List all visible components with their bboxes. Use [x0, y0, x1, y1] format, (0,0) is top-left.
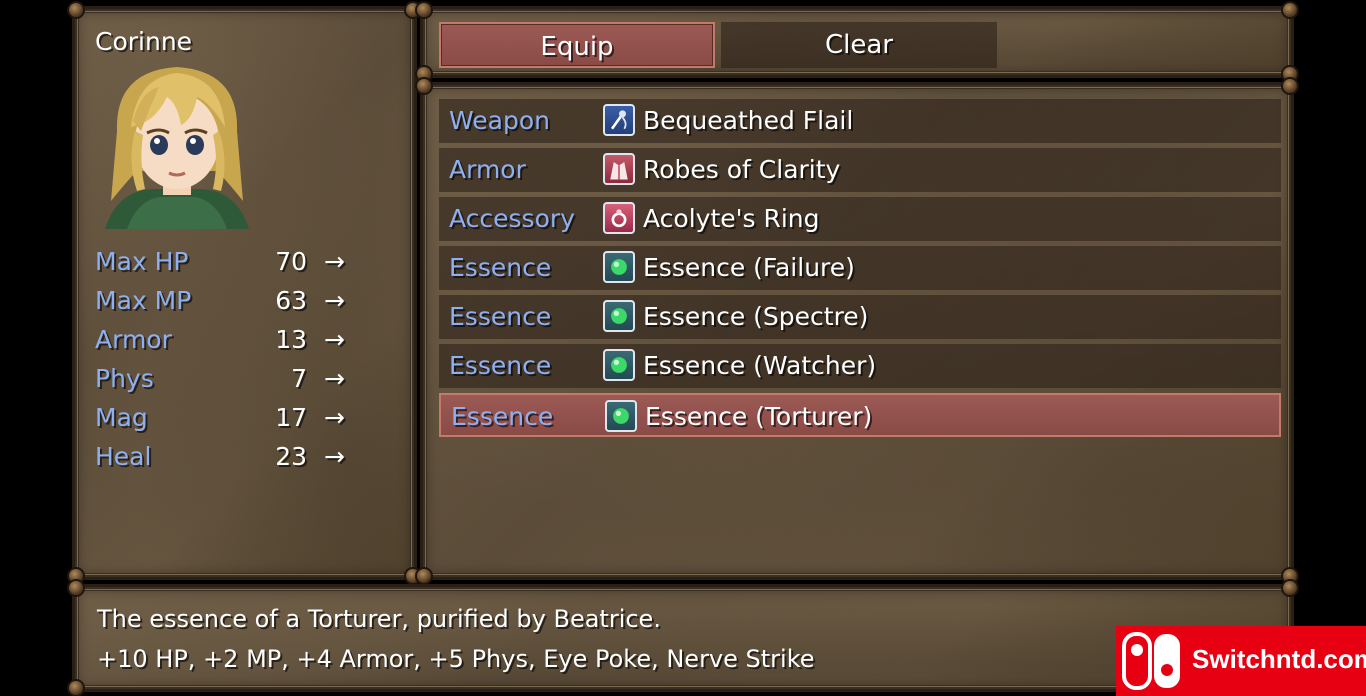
- window-corner-ornament: [69, 681, 83, 695]
- slot-type-label: Essence: [449, 351, 552, 380]
- ring-icon: [603, 202, 635, 234]
- character-portrait: [105, 67, 249, 229]
- right-arrow-icon: →: [324, 247, 345, 276]
- window-corner-ornament: [1283, 3, 1297, 17]
- help-description: The essence of a Torturer, purified by B…: [97, 605, 661, 633]
- window-corner-ornament: [417, 569, 431, 583]
- slot-type-label: Weapon: [449, 106, 550, 135]
- window-corner-ornament: [69, 3, 83, 17]
- help-window: The essence of a Torturer, purified by B…: [69, 581, 1297, 695]
- stat-name: Max HP: [95, 247, 189, 276]
- stat-value: 23: [275, 442, 307, 471]
- slot-row-essence-2[interactable]: Essence Essence (Spectre): [439, 295, 1281, 339]
- green-orb-icon: [605, 400, 637, 432]
- help-effects: +10 HP, +2 MP, +4 Armor, +5 Phys, Eye Po…: [97, 645, 815, 673]
- game-screen: Corinne Max HP 70 → Max MP 63 → Armor 13…: [0, 0, 1366, 696]
- slot-row-essence-4-selected[interactable]: Essence Essence (Torturer): [439, 393, 1281, 437]
- stat-value: 13: [275, 325, 307, 354]
- clear-command[interactable]: Clear: [721, 22, 997, 68]
- equipped-item-name: Essence (Spectre): [643, 302, 869, 331]
- stat-row-armor: Armor 13 →: [95, 325, 345, 359]
- right-arrow-icon: →: [324, 364, 345, 393]
- window-corner-ornament: [1283, 79, 1297, 93]
- right-arrow-icon: →: [324, 286, 345, 315]
- stat-row-max-hp: Max HP 70 →: [95, 247, 345, 281]
- stat-value: 63: [275, 286, 307, 315]
- slot-row-essence-1[interactable]: Essence Essence (Failure): [439, 246, 1281, 290]
- character-name: Corinne: [95, 27, 193, 56]
- watermark-text: Switchntd.com: [1192, 644, 1366, 674]
- robe-icon: [603, 153, 635, 185]
- stat-row-phys: Phys 7 →: [95, 364, 345, 398]
- stat-value: 17: [275, 403, 307, 432]
- slot-type-label: Armor: [449, 155, 526, 184]
- status-window: Corinne Max HP 70 → Max MP 63 → Armor 13…: [69, 3, 420, 583]
- stat-name: Max MP: [95, 286, 192, 315]
- window-corner-ornament: [417, 79, 431, 93]
- equipment-slot-window: Weapon Bequeathed Flail Armor Robes of C…: [417, 79, 1297, 583]
- stat-value: 7: [291, 364, 307, 393]
- equipped-item-name: Essence (Failure): [643, 253, 855, 282]
- window-corner-ornament: [417, 3, 431, 17]
- watermark-banner: Switchntd.com: [1116, 626, 1366, 696]
- stat-value: 70: [275, 247, 307, 276]
- right-arrow-icon: →: [324, 442, 345, 471]
- slot-type-label: Accessory: [449, 204, 575, 233]
- stat-name: Armor: [95, 325, 172, 354]
- window-corner-ornament: [69, 581, 83, 595]
- slot-row-weapon[interactable]: Weapon Bequeathed Flail: [439, 99, 1281, 143]
- command-window: Equip Clear: [417, 3, 1297, 81]
- equipped-item-name: Bequeathed Flail: [643, 106, 854, 135]
- right-arrow-icon: →: [324, 325, 345, 354]
- green-orb-icon: [603, 300, 635, 332]
- equipped-item-name: Acolyte's Ring: [643, 204, 820, 233]
- slot-type-label: Essence: [451, 402, 554, 431]
- stat-name: Phys: [95, 364, 154, 393]
- green-orb-icon: [603, 251, 635, 283]
- stat-row-mag: Mag 17 →: [95, 403, 345, 437]
- equipped-item-name: Essence (Torturer): [645, 402, 873, 431]
- stat-row-heal: Heal 23 →: [95, 442, 345, 476]
- right-arrow-icon: →: [324, 403, 345, 432]
- slot-type-label: Essence: [449, 253, 552, 282]
- flail-icon: [603, 104, 635, 136]
- equip-command[interactable]: Equip: [439, 22, 715, 68]
- equipped-item-name: Robes of Clarity: [643, 155, 841, 184]
- slot-row-accessory[interactable]: Accessory Acolyte's Ring: [439, 197, 1281, 241]
- switch-logo-icon: [1122, 632, 1180, 690]
- stat-row-max-mp: Max MP 63 →: [95, 286, 345, 320]
- slot-row-armor[interactable]: Armor Robes of Clarity: [439, 148, 1281, 192]
- stat-name: Heal: [95, 442, 152, 471]
- slot-type-label: Essence: [449, 302, 552, 331]
- slot-row-essence-3[interactable]: Essence Essence (Watcher): [439, 344, 1281, 388]
- green-orb-icon: [603, 349, 635, 381]
- window-corner-ornament: [1283, 581, 1297, 595]
- stat-name: Mag: [95, 403, 148, 432]
- equipped-item-name: Essence (Watcher): [643, 351, 877, 380]
